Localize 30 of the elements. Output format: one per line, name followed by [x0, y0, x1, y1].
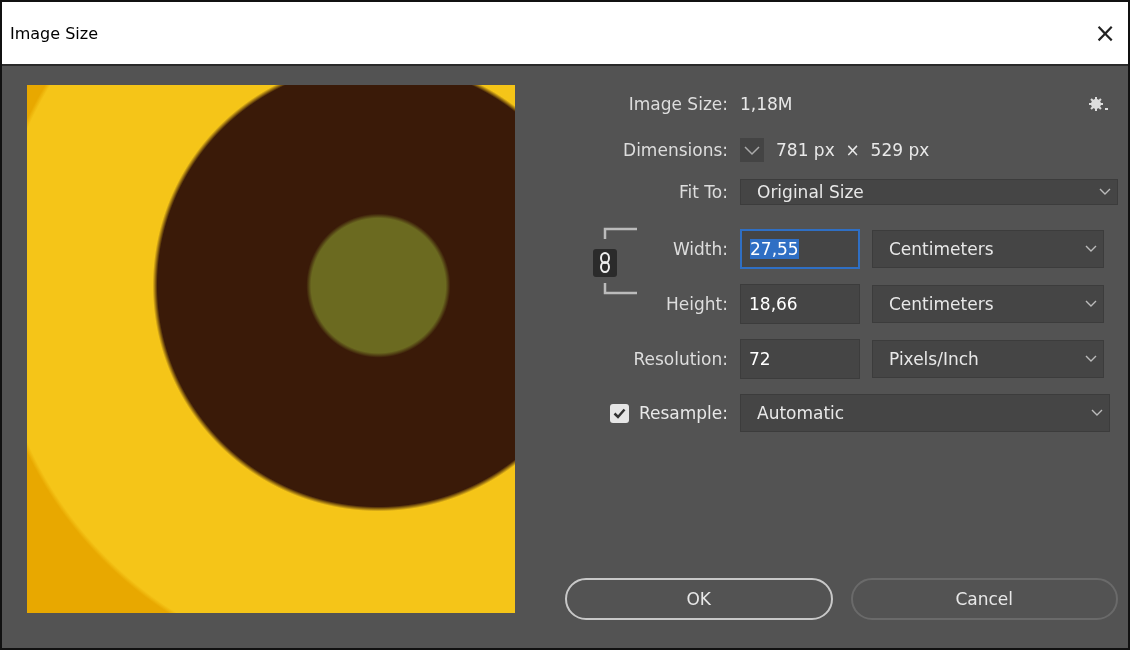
unit-dropdown[interactable]: Pixels/Inch — [872, 339, 1104, 378]
unit-dropdown[interactable]: Centimeters — [872, 229, 1104, 268]
number-field[interactable]: 18,66 — [740, 283, 860, 324]
info-label: Image Size: — [627, 94, 728, 114]
field-label: Height: — [665, 293, 728, 314]
close-button[interactable]: × — [1090, 18, 1120, 48]
number-field[interactable]: 27,55 — [740, 228, 860, 269]
settings-icon[interactable] — [1088, 96, 1110, 112]
fit-to-dropdown[interactable]: Original Size — [740, 179, 1118, 205]
info-value: 1,18M — [740, 94, 793, 114]
caret-icon — [1085, 299, 1097, 308]
dropdown-toggle-icon[interactable] — [740, 138, 764, 162]
caret-icon — [1085, 244, 1097, 253]
field-label: Resolution: — [632, 348, 728, 369]
number-field[interactable]: 72 — [740, 338, 860, 379]
info-value: 781 px × 529 px — [776, 140, 930, 160]
ok-button[interactable]: OK — [565, 578, 833, 620]
info-label: Dimensions: — [622, 140, 728, 160]
resample-dropdown[interactable]: Automatic — [740, 394, 1110, 432]
unit-dropdown[interactable]: Centimeters — [872, 284, 1104, 323]
caret-icon — [1099, 188, 1111, 196]
field-label: Width: — [671, 238, 728, 259]
window-title: Image Size — [10, 23, 99, 43]
resample-checkbox[interactable] — [609, 403, 629, 423]
check-icon — [612, 407, 626, 419]
cancel-button[interactable]: Cancel — [850, 578, 1118, 620]
field-label: Resample: — [638, 403, 728, 423]
field-label: Fit To: — [678, 182, 728, 202]
caret-icon — [1091, 409, 1103, 417]
caret-icon — [1085, 354, 1097, 363]
